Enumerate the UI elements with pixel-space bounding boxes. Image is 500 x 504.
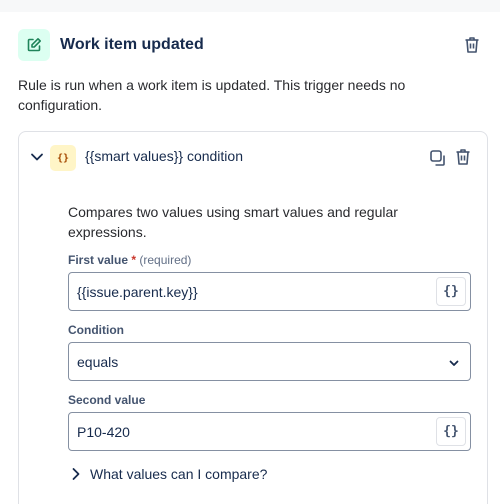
delete-condition-button[interactable] — [455, 148, 473, 168]
chevron-down-icon[interactable] — [29, 149, 45, 165]
first-value-input[interactable]: {{issue.parent.key}} {} — [68, 272, 471, 311]
smart-value-button[interactable]: {} — [436, 277, 466, 306]
copy-button[interactable] — [429, 149, 447, 167]
trigger-header: Work item updated — [18, 29, 484, 61]
copy-icon — [430, 150, 445, 166]
condition-description: Compares two values using smart values a… — [68, 204, 398, 240]
condition-selected-value: equals — [77, 354, 119, 370]
second-value-text: P10-420 — [77, 424, 130, 440]
trigger-description: Rule is run when a work item is updated.… — [18, 77, 406, 113]
first-value-text: {{issue.parent.key}} — [77, 284, 198, 300]
condition-select[interactable]: equals — [68, 342, 471, 381]
top-strip — [0, 0, 500, 12]
second-value-input[interactable]: P10-420 {} — [68, 412, 471, 451]
condition-label: Condition — [68, 323, 124, 337]
required-star: * — [131, 253, 137, 267]
delete-trigger-button[interactable] — [462, 35, 482, 55]
edit-icon — [18, 29, 50, 61]
help-link-label: What values can I compare? — [90, 466, 268, 482]
trigger-title: Work item updated — [60, 36, 204, 53]
second-value-label: Second value — [68, 393, 146, 407]
chevron-right-icon — [72, 468, 80, 480]
smart-value-button[interactable]: {} — [436, 417, 466, 446]
condition-title: {{smart values}} condition — [85, 148, 243, 164]
trash-icon — [465, 37, 479, 53]
condition-card: {} {{smart values}} condition Compares t… — [18, 131, 488, 504]
condition-header[interactable]: {} {{smart values}} condition — [19, 132, 487, 182]
required-text: (required) — [139, 253, 192, 267]
first-value-label: First value * (required) — [68, 253, 192, 267]
trash-icon — [456, 149, 470, 165]
chevron-down-icon — [449, 360, 459, 366]
smart-value-icon: {} — [50, 145, 76, 171]
help-expander[interactable]: What values can I compare? — [68, 466, 267, 482]
